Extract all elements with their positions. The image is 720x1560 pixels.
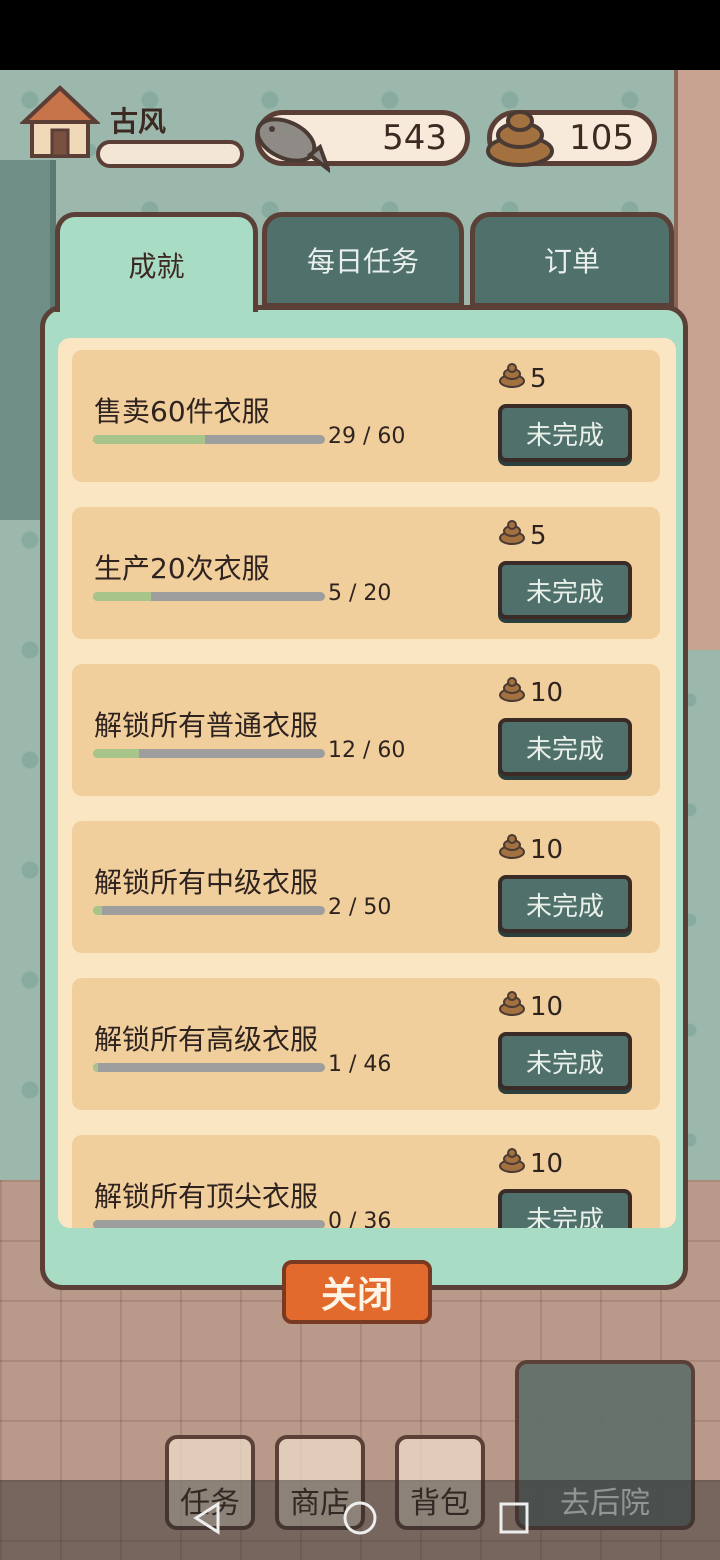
achievement-title: 解锁所有高级衣服: [94, 1023, 319, 1056]
poop-icon: [498, 676, 526, 709]
close-button[interactable]: 关闭: [282, 1260, 432, 1324]
experience-bar: [96, 140, 244, 168]
progress-bar: [93, 749, 325, 758]
status-button[interactable]: 未完成: [498, 718, 632, 776]
achievement-title: 生产20次衣服: [94, 552, 270, 585]
house-icon[interactable]: [18, 82, 102, 162]
home-nav-icon[interactable]: [342, 1500, 378, 1540]
fish-icon: [250, 103, 333, 186]
reward: 10: [498, 833, 563, 866]
fish-count: 543: [382, 118, 447, 158]
progress-text: 2 / 50: [328, 895, 392, 920]
progress-text: 1 / 46: [328, 1052, 392, 1077]
achievement-card: 售卖60件衣服 29 / 60 5 未完成: [72, 350, 660, 482]
poop-icon: [498, 990, 526, 1023]
progress-fill: [93, 749, 140, 758]
status-button[interactable]: 未完成: [498, 404, 632, 462]
progress-bar: [93, 906, 325, 915]
progress-bar: [93, 435, 325, 444]
achievement-card: 解锁所有中级衣服 2 / 50 10 未完成: [72, 821, 660, 953]
reward-amount: 5: [530, 520, 547, 551]
fish-currency: 543: [255, 110, 470, 175]
tab-orders-label: 订单: [543, 245, 600, 278]
progress-text: 12 / 60: [328, 738, 406, 763]
poop-icon: [498, 362, 526, 395]
poop-icon: [498, 833, 526, 866]
progress-fill: [93, 592, 151, 601]
poop-icon: [498, 1147, 526, 1180]
tab-achievements[interactable]: 成就: [55, 212, 258, 312]
tab-daily-tasks[interactable]: 每日任务: [262, 212, 464, 308]
progress-bar: [93, 1063, 325, 1072]
poop-icon: [498, 519, 526, 552]
reward-amount: 5: [530, 363, 547, 394]
achievement-title: 解锁所有顶尖衣服: [94, 1180, 319, 1213]
progress-text: 5 / 20: [328, 581, 392, 606]
status-button[interactable]: 未完成: [498, 875, 632, 933]
reward-amount: 10: [530, 991, 564, 1022]
reward-amount: 10: [530, 1148, 564, 1179]
status-button[interactable]: 未完成: [498, 1032, 632, 1090]
tab-daily-tasks-label: 每日任务: [306, 245, 419, 278]
reward-amount: 10: [530, 834, 564, 865]
achievement-card: 生产20次衣服 5 / 20 5 未完成: [72, 507, 660, 639]
reward: 10: [498, 676, 563, 709]
achievement-title: 解锁所有普通衣服: [94, 709, 319, 742]
progress-text: 29 / 60: [328, 424, 406, 449]
poop-count: 105: [569, 118, 634, 158]
reward: 10: [498, 990, 563, 1023]
achievement-card: 解锁所有高级衣服 1 / 46 10 未完成: [72, 978, 660, 1110]
recents-icon[interactable]: [498, 1500, 530, 1540]
reward: 5: [498, 519, 547, 552]
progress-fill: [93, 1063, 99, 1072]
progress-fill: [93, 435, 206, 444]
reward: 10: [498, 1147, 563, 1180]
poop-icon: [482, 103, 558, 178]
status-bar: [0, 0, 720, 70]
status-button[interactable]: 未完成: [498, 561, 632, 619]
achievement-title: 售卖60件衣服: [94, 395, 270, 428]
progress-bar: [93, 1220, 325, 1228]
progress-bar: [93, 592, 325, 601]
progress-fill: [93, 906, 103, 915]
achievement-card: 解锁所有普通衣服 12 / 60 10 未完成: [72, 664, 660, 796]
tab-achievements-label: 成就: [128, 249, 185, 283]
achievement-title: 解锁所有中级衣服: [94, 866, 319, 899]
back-icon[interactable]: [190, 1500, 222, 1540]
reward: 5: [498, 362, 547, 395]
tab-orders[interactable]: 订单: [470, 212, 674, 308]
reward-amount: 10: [530, 677, 564, 708]
poop-currency: 105: [486, 110, 657, 167]
player-name: 古风: [110, 105, 167, 138]
